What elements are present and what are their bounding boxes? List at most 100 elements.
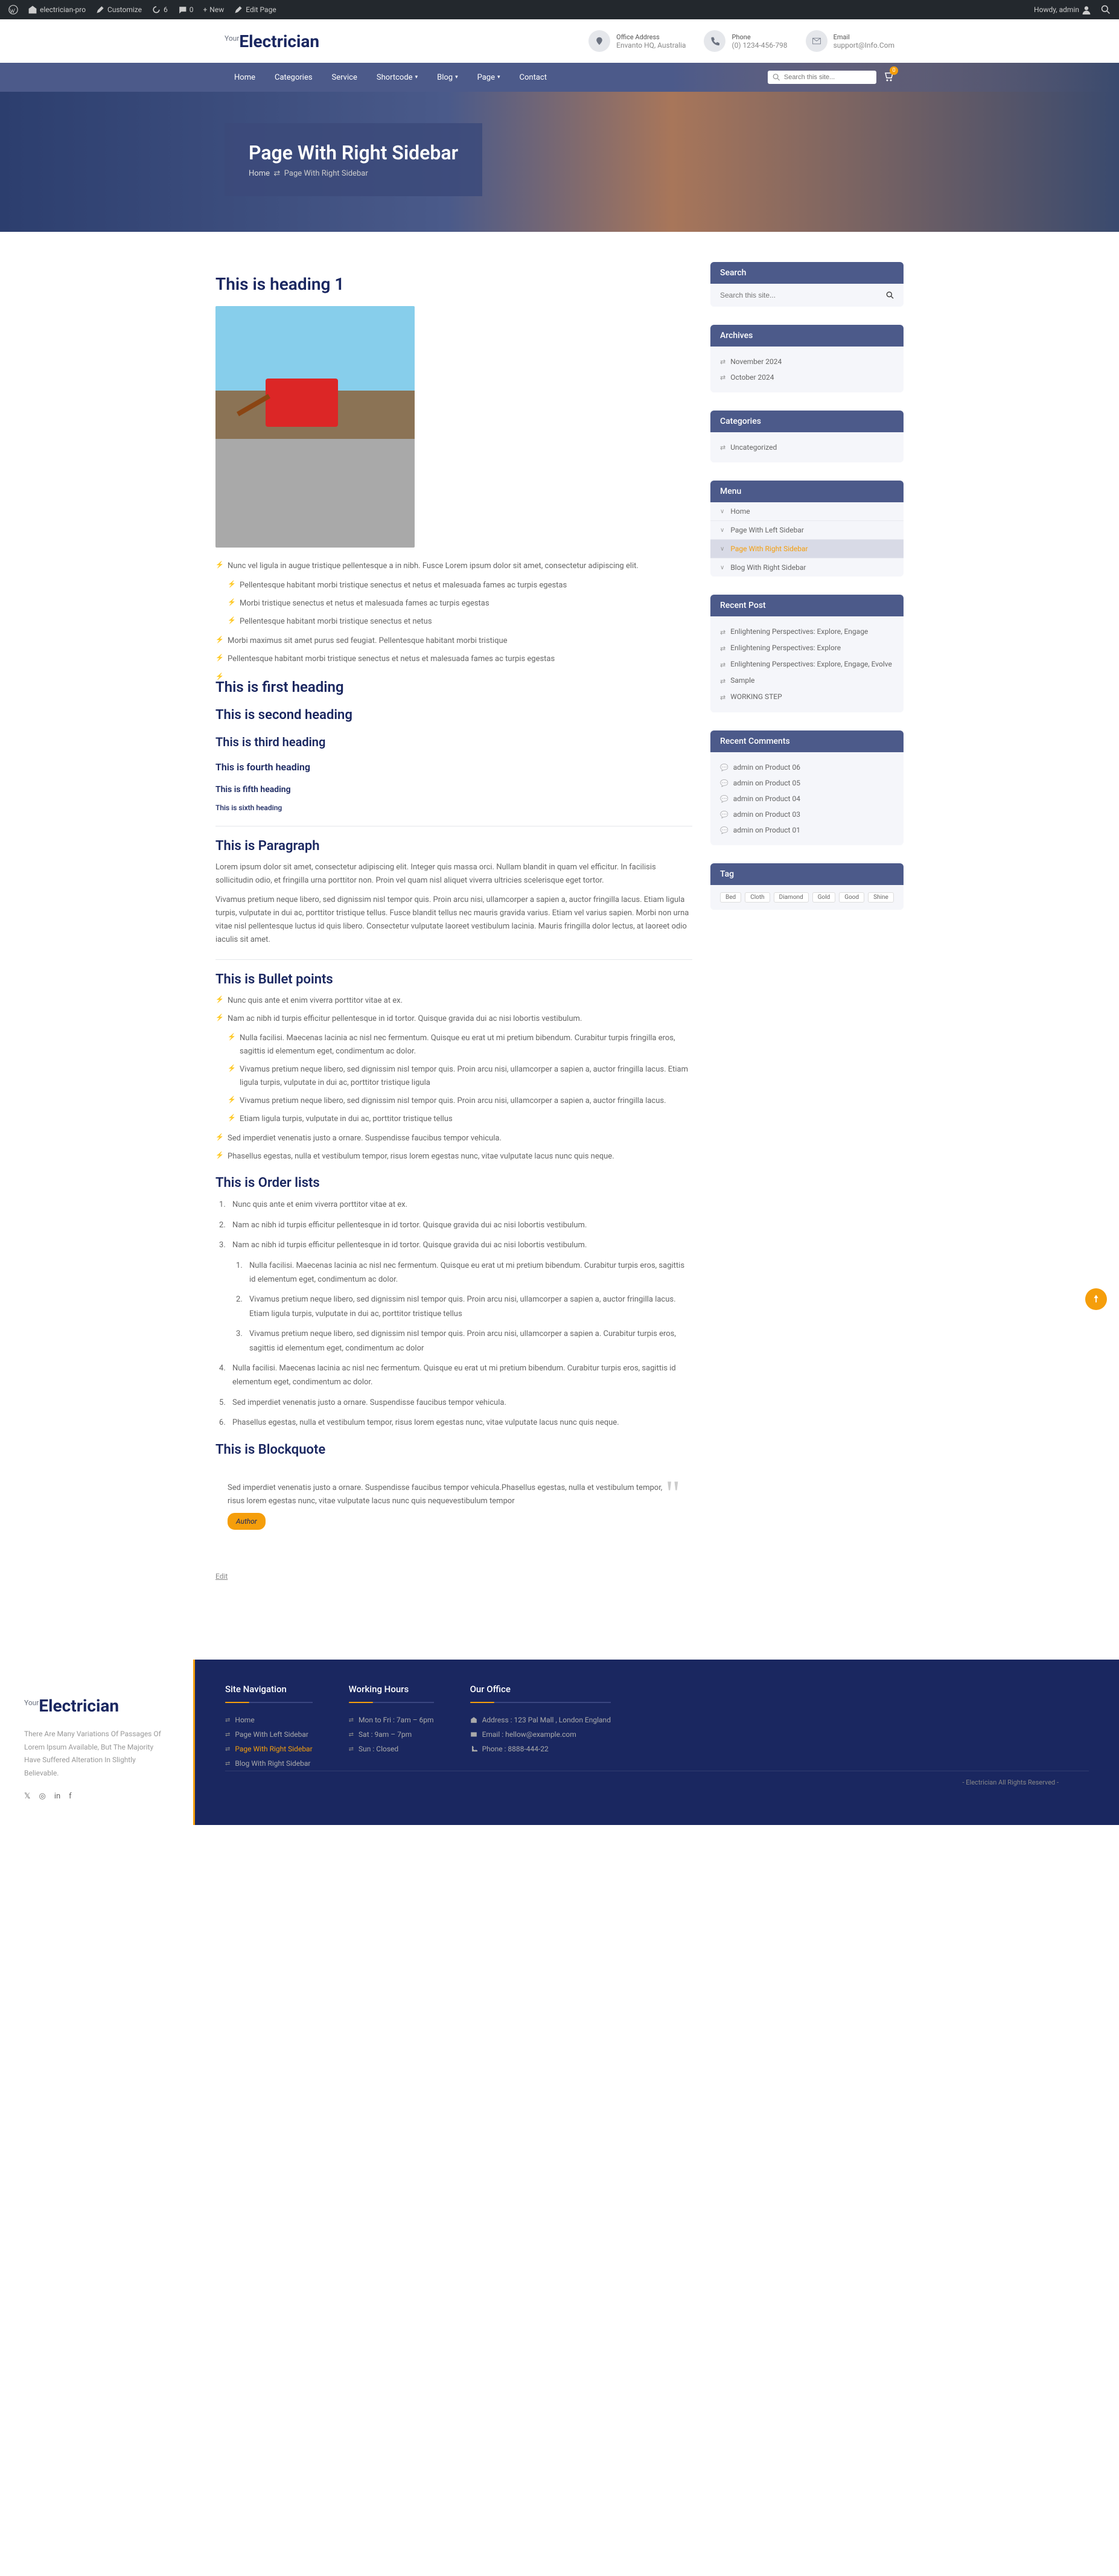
footer-nav-item-current[interactable]: Page With Right Sidebar <box>225 1742 313 1756</box>
nav-blog[interactable]: Blog▾ <box>427 63 468 92</box>
howdy-user[interactable]: Howdy, admin <box>1030 5 1095 14</box>
edit-link[interactable]: Edit <box>215 1572 228 1580</box>
menu-item[interactable]: ∨Home <box>710 502 904 521</box>
footer-col-title: Working Hours <box>349 1684 434 1703</box>
archive-item[interactable]: October 2024 <box>720 369 894 385</box>
heading-first: This is first heading <box>215 679 692 695</box>
cart-icon[interactable]: 0 <box>882 70 894 85</box>
hand-up-icon <box>1091 1294 1101 1305</box>
nav-home[interactable]: Home <box>225 63 265 92</box>
list-item: Nunc quis ante et enim viverra porttitor… <box>215 994 692 1008</box>
nav-search-input[interactable] <box>780 74 872 81</box>
facebook-icon[interactable]: f <box>69 1792 72 1801</box>
archive-item[interactable]: November 2024 <box>720 354 894 369</box>
sidebar-search-input[interactable] <box>720 291 886 299</box>
recent-post-item[interactable]: Enlightening Perspectives: Explore, Enga… <box>720 624 894 640</box>
office-info: Office AddressEnvanto HQ, Australia <box>588 30 686 52</box>
heading-sixth: This is sixth heading <box>215 802 692 814</box>
chevron-down-icon: ∨ <box>720 564 724 571</box>
footer-nav-item[interactable]: Page With Left Sidebar <box>225 1727 313 1742</box>
recent-post-item[interactable]: Enlightening Perspectives: Explore <box>720 640 894 656</box>
tag-item[interactable]: Cloth <box>745 892 770 903</box>
customize-link[interactable]: Customize <box>92 5 145 14</box>
email-icon <box>806 30 827 52</box>
search-icon[interactable] <box>886 291 894 299</box>
main-content: This is heading 1 Nunc vel ligula in aug… <box>215 262 692 1581</box>
new-link[interactable]: + New <box>199 5 228 14</box>
nav-service[interactable]: Service <box>322 63 367 92</box>
chevron-down-icon: ▾ <box>455 74 458 80</box>
list-item: Vivamus pretium neque libero, sed dignis… <box>244 1293 692 1321</box>
widget-recent-post: Recent Post Enlightening Perspectives: E… <box>710 595 904 712</box>
breadcrumb: Home ⇄ Page With Right Sidebar <box>249 169 458 178</box>
tag-item[interactable]: Diamond <box>774 892 809 903</box>
site-name[interactable]: electrician-pro <box>24 5 89 14</box>
wp-logo-icon[interactable] <box>5 5 22 14</box>
comment-item[interactable]: admin on Product 06 <box>720 759 894 775</box>
category-item[interactable]: Uncategorized <box>720 439 894 455</box>
nav-contact[interactable]: Contact <box>510 63 556 92</box>
comment-item[interactable]: admin on Product 03 <box>720 807 894 822</box>
footer-office: Our Office Address : 123 Pal Mall , Lond… <box>470 1684 611 1771</box>
scroll-top-button[interactable] <box>1085 1288 1107 1310</box>
linkedin-icon[interactable]: in <box>54 1792 60 1801</box>
widget-title: Recent Comments <box>710 730 904 752</box>
menu-item[interactable]: ∨Blog With Right Sidebar <box>710 558 904 577</box>
nav-search-box[interactable] <box>768 71 876 84</box>
edit-page-link[interactable]: Edit Page <box>230 5 279 14</box>
list-item: Sed imperdiet venenatis justo a ornare. … <box>228 1396 692 1410</box>
hours-item: Sat : 9am – 7pm <box>349 1727 434 1742</box>
comment-item[interactable]: admin on Product 01 <box>720 822 894 838</box>
widget-title: Archives <box>710 325 904 347</box>
phone-icon <box>704 30 725 52</box>
nav-shortcode[interactable]: Shortcode▾ <box>367 63 427 92</box>
order-heading: This is Order lists <box>215 1175 692 1191</box>
list-item: Nunc vel ligula in augue tristique pelle… <box>215 560 692 573</box>
list-item: Nulla facilisi. Maecenas lacinia ac nisl… <box>228 1361 692 1390</box>
list-item: Vivamus pretium neque libero, sed dignis… <box>244 1327 692 1355</box>
list-item: Pellentesque habitant morbi tristique se… <box>228 579 692 592</box>
list-item: Pellentesque habitant morbi tristique se… <box>228 615 692 628</box>
breadcrumb-home[interactable]: Home <box>249 169 270 178</box>
footer-nav-item[interactable]: Home <box>225 1713 313 1727</box>
tag-item[interactable]: Shine <box>868 892 894 903</box>
paragraph-heading: This is Paragraph <box>215 839 692 854</box>
chevron-down-icon: ▾ <box>497 74 500 80</box>
footer-nav: Site Navigation Home Page With Left Side… <box>225 1684 313 1771</box>
comment-item[interactable]: admin on Product 05 <box>720 775 894 791</box>
location-icon <box>588 30 610 52</box>
footer-nav-item[interactable]: Blog With Right Sidebar <box>225 1756 313 1771</box>
tag-item[interactable]: Bed <box>720 892 741 903</box>
search-icon <box>773 73 780 81</box>
widget-tag: Tag Bed Cloth Diamond Gold Good Shine <box>710 863 904 910</box>
footer-logo[interactable]: YourElectrician <box>24 1696 169 1716</box>
recent-post-item[interactable]: Enlightening Perspectives: Explore, Enga… <box>720 656 894 673</box>
list-item: Sed imperdiet venenatis justo a ornare. … <box>215 1132 692 1145</box>
email-info: Emailsupport@Info.Com <box>806 30 894 52</box>
heading-fourth: This is fourth heading <box>215 761 692 773</box>
twitter-icon[interactable]: 𝕏 <box>24 1792 30 1801</box>
list-item: Phasellus egestas, nulla et vestibulum t… <box>228 1416 692 1430</box>
chevron-down-icon: ▾ <box>415 74 418 80</box>
cart-badge: 0 <box>890 66 898 75</box>
tag-item[interactable]: Good <box>839 892 864 903</box>
nav-page[interactable]: Page▾ <box>468 63 510 92</box>
list-item: Phasellus egestas, nulla et vestibulum t… <box>215 1150 692 1163</box>
bullet-heading: This is Bullet points <box>215 972 692 987</box>
nav-categories[interactable]: Categories <box>265 63 322 92</box>
widget-title: Tag <box>710 863 904 885</box>
tag-item[interactable]: Gold <box>812 892 836 903</box>
updates-link[interactable]: 6 <box>148 5 171 14</box>
main-nav: Home Categories Service Shortcode▾ Blog▾… <box>0 63 1119 92</box>
office-phone: Phone : 8888-444-22 <box>470 1742 611 1756</box>
list-item: Nunc quis ante et enim viverra porttitor… <box>228 1198 692 1212</box>
recent-post-item[interactable]: WORKING STEP <box>720 689 894 705</box>
instagram-icon[interactable]: ◎ <box>39 1792 45 1801</box>
site-logo[interactable]: YourElectrician <box>225 31 319 51</box>
menu-item-current[interactable]: ∨Page With Right Sidebar <box>710 540 904 558</box>
search-icon[interactable] <box>1097 5 1114 14</box>
comment-item[interactable]: admin on Product 04 <box>720 791 894 807</box>
comments-link[interactable]: 0 <box>174 5 197 14</box>
recent-post-item[interactable]: Sample <box>720 673 894 689</box>
menu-item[interactable]: ∨Page With Left Sidebar <box>710 521 904 540</box>
